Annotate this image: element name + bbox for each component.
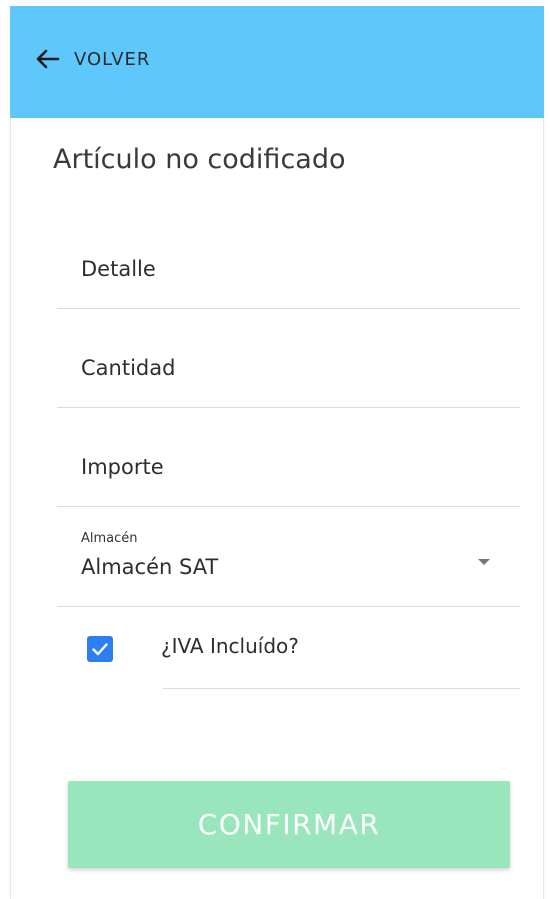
detalle-field xyxy=(57,198,520,309)
screen: VOLVER Artículo no codificado Almacén Al… xyxy=(0,0,550,899)
caret-down-icon xyxy=(478,559,490,565)
almacen-value: Almacén SAT xyxy=(81,555,219,579)
importe-input[interactable] xyxy=(81,455,501,479)
iva-label: ¿IVA Incluído? xyxy=(161,634,299,658)
back-button[interactable]: VOLVER xyxy=(36,49,150,70)
iva-divider xyxy=(163,688,520,689)
arrow-left-icon xyxy=(36,49,60,69)
page-title: Artículo no codificado xyxy=(53,144,346,175)
cantidad-field xyxy=(57,309,520,408)
almacen-label: Almacén xyxy=(81,531,138,546)
importe-field xyxy=(57,408,520,507)
detalle-input[interactable] xyxy=(81,257,501,281)
form-card: Artículo no codificado Almacén Almacén S… xyxy=(10,118,544,899)
back-label: VOLVER xyxy=(74,48,151,70)
cantidad-input[interactable] xyxy=(81,356,501,380)
almacen-select[interactable]: Almacén Almacén SAT xyxy=(57,507,520,607)
checkmark-icon xyxy=(92,643,108,656)
iva-checkbox[interactable] xyxy=(87,636,113,662)
confirm-button[interactable]: CONFIRMAR xyxy=(68,781,510,868)
app-bar: VOLVER xyxy=(10,6,544,118)
